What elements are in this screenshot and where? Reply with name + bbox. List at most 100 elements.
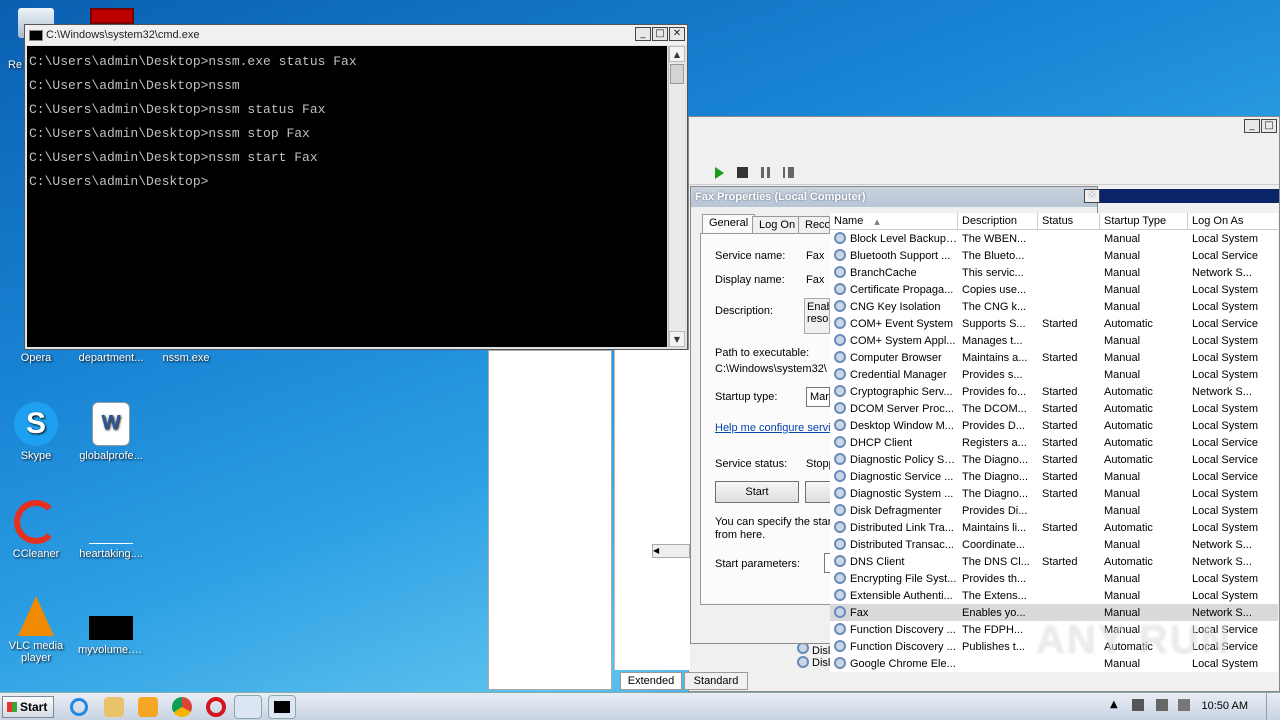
column-log-on-as[interactable]: Log On As — [1188, 213, 1278, 229]
table-row[interactable]: Diagnostic Policy Se... The Diagno... Star… — [830, 451, 1278, 468]
desktop-icon-vlc[interactable]: VLC media player — [3, 596, 69, 664]
table-cell: Local Service — [1192, 470, 1259, 483]
scroll-up-icon[interactable]: ▲ — [669, 46, 685, 62]
taskbar: Start ▲ 10:50 AM — [0, 692, 1280, 720]
restart-icon[interactable] — [783, 167, 794, 178]
internet-explorer-icon[interactable] — [70, 698, 88, 716]
description-field[interactable]: Enab reso — [804, 298, 830, 334]
tray-network-icon[interactable] — [1156, 699, 1168, 711]
hscroll-left[interactable]: ◀ — [652, 544, 690, 558]
display-name-value: Fax — [806, 274, 825, 286]
desktop-icon-globalprofe[interactable]: W globalprofe... — [78, 402, 144, 462]
gear-icon — [797, 656, 809, 668]
media-player-icon[interactable] — [138, 697, 158, 717]
desktop-icon-myvolume[interactable]: myvolume.jpg — [78, 596, 144, 656]
column-startup-type[interactable]: Startup Type — [1100, 213, 1188, 229]
table-cell: Function Discovery ... — [830, 623, 958, 636]
column-description[interactable]: Description — [958, 213, 1038, 229]
scroll-down-icon[interactable]: ▼ — [669, 331, 685, 347]
chrome-icon[interactable] — [172, 697, 192, 717]
start-button[interactable]: Start — [2, 696, 54, 718]
table-cell: Manual — [1104, 300, 1141, 313]
table-row[interactable]: CNG Key Isolation The CNG k... Manual Local… — [830, 298, 1278, 315]
red-app-icon[interactable] — [90, 8, 134, 24]
file-icon — [89, 500, 133, 544]
table-row[interactable]: COM+ Event System Supports S... Started Aut… — [830, 315, 1278, 332]
table-row[interactable]: DCOM Server Proc... The DCOM... Started Aut… — [830, 400, 1278, 417]
table-row[interactable]: Block Level Backup ... The WBEN... Manual L… — [830, 230, 1278, 247]
table-row[interactable]: COM+ System Appl... Manages t... Manual Loc… — [830, 332, 1278, 349]
table-row[interactable]: Cryptographic Serv... Provides fo... Start… — [830, 383, 1278, 400]
cmd-console[interactable]: C:\Users\admin\Desktop>nssm.exe status F… — [27, 46, 667, 347]
opera-icon[interactable] — [206, 697, 226, 717]
desktop-icon-heartaking[interactable]: heartaking.... — [78, 500, 144, 560]
table-cell: Local System — [1192, 521, 1259, 534]
table-row[interactable]: Certificate Propaga... Copies use... Manua… — [830, 281, 1278, 298]
desktop-icon-label: department... — [78, 352, 144, 364]
play-icon[interactable] — [715, 167, 724, 179]
table-row[interactable]: Diagnostic System ... The Diagno... Starte… — [830, 485, 1278, 502]
table-row[interactable]: Distributed Link Tra... Maintains li... St… — [830, 519, 1278, 536]
scroll-thumb[interactable] — [670, 64, 684, 84]
tray-flag-icon[interactable] — [1132, 699, 1144, 711]
cmd-window: C:\Windows\system32\cmd.exe _ □ ✕ C:\Use… — [24, 24, 688, 350]
table-row[interactable]: Disk Defragmenter Provides Di... Manual Loc… — [830, 502, 1278, 519]
taskbar-clock[interactable]: 10:50 AM — [1202, 700, 1248, 712]
table-cell: Disk Defragmenter — [830, 504, 958, 517]
cmd-scrollbar[interactable]: ▲ ▼ — [668, 46, 685, 347]
table-row[interactable]: Computer Browser Maintains a... Started Man… — [830, 349, 1278, 366]
cmd-taskbar-icon[interactable] — [268, 695, 296, 719]
show-desktop-button[interactable] — [1266, 693, 1280, 720]
close-icon[interactable]: ✕ — [1084, 189, 1100, 203]
table-row[interactable]: Desktop Window M... Provides D... Started A… — [830, 417, 1278, 434]
anyrun-watermark: ANY RUN — [1036, 618, 1232, 662]
table-row[interactable]: Distributed Transac... Coordinate... Manua… — [830, 536, 1278, 553]
tab-extended[interactable]: Extended — [620, 672, 682, 690]
table-row[interactable]: DNS Client The DNS Cl... Started Automatic N… — [830, 553, 1278, 570]
table-row[interactable]: Credential Manager Provides s... Manual Loc… — [830, 366, 1278, 383]
column-name[interactable]: Name ▲ — [830, 213, 958, 229]
startup-type-select[interactable]: Mar — [806, 387, 830, 407]
table-cell: Local Service — [1192, 436, 1259, 449]
table-cell: Automatic — [1104, 385, 1153, 398]
table-row[interactable]: BranchCache This servic... Manual Network S… — [830, 264, 1278, 281]
table-row[interactable]: Diagnostic Service ... The Diagno... Start… — [830, 468, 1278, 485]
table-cell: Manual — [1104, 470, 1141, 483]
start-button[interactable]: Start — [715, 481, 799, 503]
pause-icon[interactable] — [761, 167, 770, 178]
tab-standard[interactable]: Standard — [684, 672, 748, 690]
minimize-icon[interactable]: _ — [1244, 119, 1260, 133]
console-line: C:\Users\admin\Desktop>nssm stop Fax — [29, 126, 310, 141]
gear-icon — [834, 453, 846, 465]
minimize-icon[interactable]: _ — [635, 27, 651, 41]
stop-icon[interactable] — [737, 167, 748, 178]
table-row[interactable]: Bluetooth Support ... The Blueto... Manual… — [830, 247, 1278, 264]
desktop-icon-skype[interactable]: S Skype — [3, 402, 69, 462]
desktop-icon-label: heartaking.... — [79, 548, 143, 560]
services-list-header: Name ▲ Description Status Startup Type L… — [830, 213, 1278, 230]
console-line: C:\Users\admin\Desktop>nssm.exe status F… — [29, 54, 357, 69]
desktop-icon-ccleaner[interactable]: CCleaner — [3, 500, 69, 560]
close-icon[interactable]: ✕ — [669, 27, 685, 41]
image-file-icon — [89, 616, 133, 640]
tab-general[interactable]: General — [702, 214, 756, 235]
stop-button[interactable] — [805, 481, 830, 503]
desktop-icon-label: Opera — [20, 352, 52, 364]
tray-expand-icon[interactable]: ▲ — [1110, 699, 1118, 710]
fax-dialog-titlebar: Fax Properties (Local Computer) ✕ — [691, 187, 1100, 207]
tray-volume-icon[interactable] — [1178, 699, 1190, 711]
explorer-folder-icon[interactable] — [104, 697, 124, 717]
table-cell: Local Service — [1192, 249, 1259, 262]
maximize-icon[interactable]: □ — [1261, 119, 1277, 133]
table-cell: Diagnostic System ... — [830, 487, 958, 500]
table-row[interactable]: DHCP Client Registers a... Started Automati… — [830, 434, 1278, 451]
table-cell: Automatic — [1104, 402, 1153, 415]
column-status[interactable]: Status — [1038, 213, 1100, 229]
table-row[interactable]: Encrypting File Syst... Provides th... Man… — [830, 570, 1278, 587]
services-taskbar-icon[interactable] — [234, 695, 262, 719]
maximize-icon[interactable]: □ — [652, 27, 668, 41]
table-cell: Publishes t... — [962, 640, 1025, 653]
help-configure-link[interactable]: Help me configure servic — [715, 422, 830, 434]
table-row[interactable]: Extensible Authenti... The Extens... Manua… — [830, 587, 1278, 604]
start-params-hint-2: from here. — [715, 529, 766, 541]
